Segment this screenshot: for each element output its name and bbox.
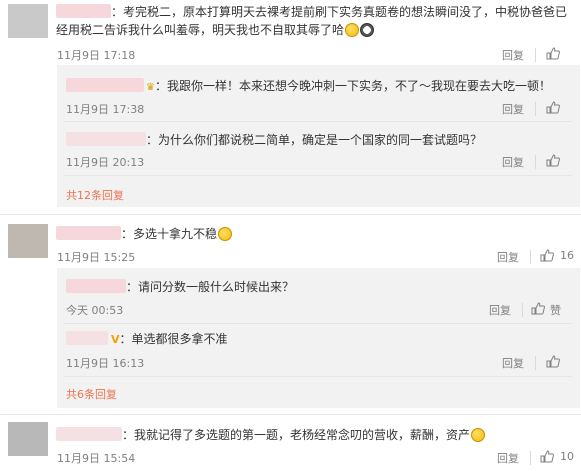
- panda-face-icon: [360, 23, 375, 37]
- avatar[interactable]: [8, 4, 48, 38]
- divider: [64, 175, 572, 176]
- crying-face-icon: [218, 227, 233, 241]
- reply-text: ：请问分数一般什么时候出来？: [66, 279, 294, 296]
- comment-text-cont: 经用税二告诉我什么叫羞辱，明天我也不自取其辱了哈: [56, 22, 375, 39]
- timestamp: 11月9日 17:18: [57, 49, 136, 62]
- thumb-up-icon[interactable]: [546, 154, 560, 167]
- more-replies-link[interactable]: 共12条回复: [66, 187, 124, 203]
- reply-username[interactable]: [66, 279, 126, 293]
- like-count: 10: [560, 450, 574, 463]
- avatar[interactable]: [8, 224, 48, 258]
- thumb-up-icon[interactable]: [540, 249, 554, 262]
- action-divider: [535, 155, 536, 169]
- reply-text: V：单选都很多拿不准: [66, 331, 228, 348]
- action-divider: [535, 102, 536, 116]
- thumb-up-icon[interactable]: [546, 355, 560, 368]
- comment-text: ：多选十拿九不稳: [56, 226, 233, 243]
- reply-button[interactable]: 回复: [502, 101, 524, 117]
- divider: [64, 323, 572, 324]
- like-label[interactable]: 赞: [550, 302, 561, 318]
- comment-divider: [0, 414, 581, 415]
- comment-text: ：考完税二，原本打算明天去裸考提前刷下实务真题卷的想法瞬间没了，中税协爸爸已: [56, 4, 567, 21]
- reply-timestamp: 今天 00:53: [66, 304, 124, 317]
- action-divider: [530, 250, 531, 264]
- reply-username[interactable]: [66, 78, 144, 92]
- thumb-up-icon[interactable]: [546, 47, 560, 60]
- username[interactable]: [56, 427, 122, 441]
- reply-text: ：为什么你们都说税二简单，确定是一个国家的同一套试题吗？: [66, 132, 482, 149]
- action-divider: [522, 303, 523, 317]
- reply-username[interactable]: [66, 331, 108, 345]
- reply-button[interactable]: 回复: [502, 355, 524, 371]
- reply-button[interactable]: 回复: [502, 47, 524, 63]
- thumb-up-icon[interactable]: [531, 302, 545, 315]
- divider: [64, 376, 572, 377]
- blushing-face-icon: [471, 428, 486, 442]
- action-divider: [535, 48, 536, 62]
- reply-button[interactable]: 回复: [502, 154, 524, 170]
- comment-text: ：我就记得了多选题的第一题，老杨经常念叨的营收，薪酬，资产: [56, 427, 486, 444]
- action-divider: [530, 451, 531, 465]
- divider: [64, 121, 572, 122]
- reply-button[interactable]: 回复: [497, 450, 519, 466]
- crown-icon: ♛: [146, 82, 155, 93]
- avatar[interactable]: [8, 422, 48, 456]
- reply-timestamp: 11月9日 20:13: [66, 156, 145, 169]
- reply-button[interactable]: 回复: [497, 249, 519, 265]
- thumb-up-icon[interactable]: [540, 450, 554, 463]
- username[interactable]: [56, 4, 111, 18]
- action-divider: [535, 356, 536, 370]
- thinking-face-icon: [345, 23, 360, 37]
- reply-username[interactable]: [66, 132, 146, 146]
- timestamp: 11月9日 15:54: [57, 452, 136, 465]
- thumb-up-icon[interactable]: [546, 101, 560, 114]
- username[interactable]: [56, 226, 121, 240]
- vip-badge-icon: V: [111, 333, 120, 346]
- like-count: 16: [560, 249, 574, 262]
- reply-timestamp: 11月9日 16:13: [66, 357, 145, 370]
- reply-button[interactable]: 回复: [489, 302, 511, 318]
- timestamp: 11月9日 15:25: [57, 251, 136, 264]
- reply-text: ♛：我跟你一样！本来还想今晚冲刺一下实务，不了～我现在要去大吃一顿！: [66, 78, 551, 96]
- reply-timestamp: 11月9日 17:38: [66, 103, 145, 116]
- comment-divider: [0, 214, 581, 215]
- more-replies-link[interactable]: 共6条回复: [66, 386, 117, 402]
